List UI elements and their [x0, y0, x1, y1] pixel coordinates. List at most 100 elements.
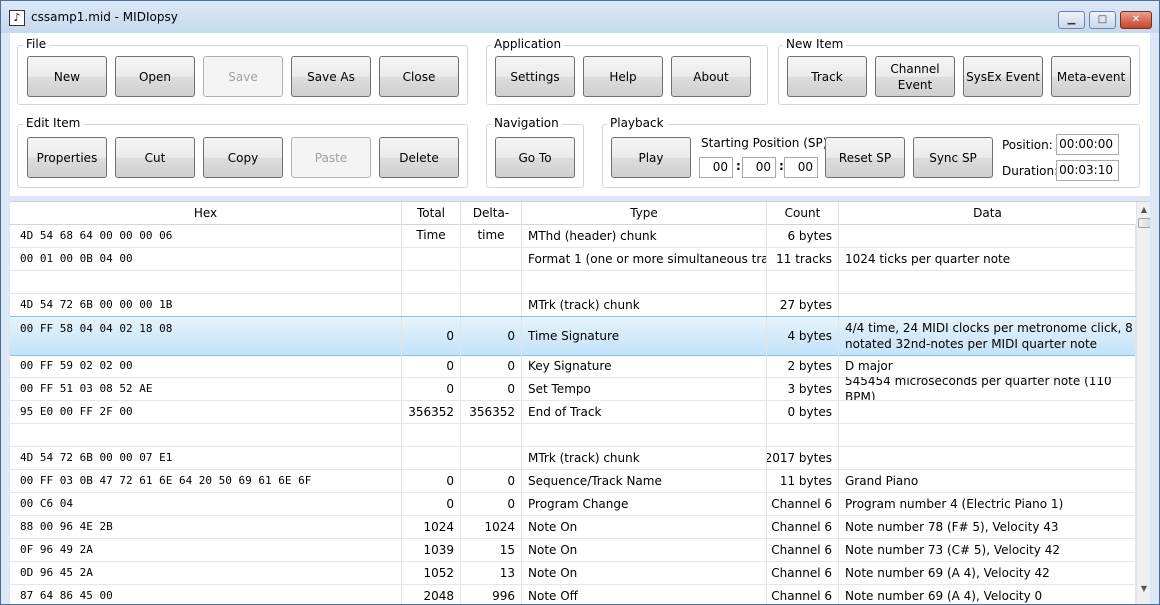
cell-hex: 0F 96 49 2A — [10, 538, 402, 561]
new-meta-event-button[interactable]: Meta-event — [1051, 56, 1131, 97]
position-value: 00:00:00 — [1056, 134, 1119, 155]
column-header-count[interactable]: Count — [767, 202, 839, 225]
paste-button[interactable]: Paste — [291, 137, 371, 178]
column-header-total-time[interactable]: Total Time — [402, 202, 461, 242]
table-row[interactable]: 0D 96 45 2A 1052 13 Note On Channel 6 Note nu… — [10, 561, 1136, 585]
cell-count: 27 bytes — [767, 293, 839, 316]
save-button[interactable]: Save — [203, 56, 283, 97]
table-row[interactable]: 4D 54 72 6B 00 00 07 E1 MTrk (track) chun… — [10, 446, 1136, 470]
cell-data: 1024 ticks per quarter note — [839, 247, 1136, 270]
cell-count: 11 tracks — [767, 247, 839, 270]
vertical-scrollbar[interactable]: ▲ ▼ — [1136, 202, 1150, 604]
sp-seconds-field[interactable]: 00 — [784, 157, 818, 178]
cell-data: Note number 73 (C# 5), Velocity 42 — [839, 538, 1136, 561]
cell-count: 11 bytes — [767, 469, 839, 492]
cell-type: Program Change — [522, 492, 767, 515]
cell-delta: 0 — [461, 317, 522, 355]
cell-type: MTrk (track) chunk — [522, 293, 767, 316]
cell-count: Channel 6 — [767, 492, 839, 515]
table-row[interactable] — [10, 423, 1136, 447]
new-sysex-event-button[interactable]: SysEx Event — [963, 56, 1043, 97]
cell-hex: 0D 96 45 2A — [10, 561, 402, 584]
table-row[interactable]: 95 E0 00 FF 2F 00 356352 356352 End of Trac… — [10, 400, 1136, 424]
table-row[interactable]: 00 C6 04 0 0 Program Change Channel 6 Program… — [10, 492, 1136, 516]
column-header-hex[interactable]: Hex — [10, 202, 402, 225]
table-row[interactable]: 4D 54 72 6B 00 00 00 1B MTrk (track) chun… — [10, 293, 1136, 317]
cell-count: 2017 bytes — [767, 446, 839, 469]
cell-count: Channel 6 — [767, 538, 839, 561]
table-row[interactable]: 0F 96 49 2A 1039 15 Note On Channel 6 Note nu… — [10, 538, 1136, 562]
table-row[interactable]: 00 FF 51 03 08 52 AE 0 0 Set Tempo 3 bytes 54… — [10, 377, 1136, 401]
reset-sp-button[interactable]: Reset SP — [825, 137, 905, 178]
delete-button[interactable]: Delete — [379, 137, 459, 178]
cell-delta — [461, 293, 522, 316]
scroll-down-icon[interactable]: ▼ — [1137, 582, 1150, 596]
scroll-thumb[interactable] — [1138, 218, 1150, 228]
cell-type — [522, 423, 767, 446]
title-bar[interactable]: ♪ cssamp1.mid - MIDIopsy ▁ □ ✕ — [1, 1, 1159, 33]
cell-delta — [461, 247, 522, 270]
sp-hours-field[interactable]: 00 — [699, 157, 733, 178]
cell-count — [767, 423, 839, 446]
cell-delta — [461, 270, 522, 293]
new-button[interactable]: New — [27, 56, 107, 97]
cell-delta — [461, 423, 522, 446]
scroll-up-icon[interactable]: ▲ — [1137, 203, 1150, 217]
table-row[interactable]: 00 01 00 0B 04 00 Format 1 (one or more s… — [10, 247, 1136, 271]
sp-separator: : — [736, 159, 741, 173]
cell-delta: 0 — [461, 492, 522, 515]
help-button[interactable]: Help — [583, 56, 663, 97]
group-edit-item-label: Edit Item — [23, 116, 84, 130]
about-button[interactable]: About — [671, 56, 751, 97]
play-button[interactable]: Play — [611, 137, 691, 178]
maximize-button[interactable]: □ — [1089, 11, 1116, 29]
go-to-button[interactable]: Go To — [495, 137, 575, 178]
close-button[interactable]: Close — [379, 56, 459, 97]
column-header-data[interactable]: Data — [839, 202, 1137, 225]
cell-delta — [461, 224, 522, 247]
copy-button[interactable]: Copy — [203, 137, 283, 178]
column-header-delta-time[interactable]: Delta-time — [461, 202, 522, 242]
open-button[interactable]: Open — [115, 56, 195, 97]
cell-type: Key Signature — [522, 354, 767, 377]
cell-data: Note number 78 (F# 5), Velocity 43 — [839, 515, 1136, 538]
table-row[interactable]: 4D 54 68 64 00 00 00 06 MThd (header) chu… — [10, 224, 1136, 248]
cell-type: Note On — [522, 515, 767, 538]
table-row[interactable]: 00 FF 58 04 04 02 18 08 0 0 Time Signature 4… — [10, 316, 1136, 356]
cell-hex: 00 FF 51 03 08 52 AE — [10, 377, 402, 400]
group-navigation-label: Navigation — [491, 116, 562, 130]
table-row[interactable]: 00 FF 03 0B 47 72 61 6E 64 20 50 69 61 6… — [10, 469, 1136, 493]
cell-hex: 4D 54 68 64 00 00 00 06 — [10, 224, 402, 247]
settings-button[interactable]: Settings — [495, 56, 575, 97]
cut-button[interactable]: Cut — [115, 137, 195, 178]
cell-delta: 0 — [461, 354, 522, 377]
cell-data: Program number 4 (Electric Piano 1) — [839, 492, 1136, 515]
sp-minutes-field[interactable]: 00 — [742, 157, 776, 178]
save-as-button[interactable]: Save As — [291, 56, 371, 97]
sync-sp-button[interactable]: Sync SP — [913, 137, 993, 178]
cell-total: 0 — [402, 469, 461, 492]
music-note-icon[interactable]: ♪ — [9, 10, 25, 26]
ribbon: File New Open Save Save As Close Applica… — [10, 33, 1150, 196]
new-channel-event-button[interactable]: Channel Event — [875, 56, 955, 97]
minimize-button[interactable]: ▁ — [1058, 11, 1085, 29]
table-row[interactable]: 87 64 86 45 00 2048 996 Note Off Channel 6 No… — [10, 584, 1136, 604]
table-row[interactable]: 00 FF 59 02 02 00 0 0 Key Signature 2 bytes D… — [10, 354, 1136, 378]
close-window-button[interactable]: ✕ — [1120, 11, 1152, 29]
cell-count: 0 bytes — [767, 400, 839, 423]
cell-delta: 15 — [461, 538, 522, 561]
cell-hex: 00 FF 58 04 04 02 18 08 — [10, 317, 402, 355]
new-track-button[interactable]: Track — [787, 56, 867, 97]
column-header-type[interactable]: Type — [522, 202, 767, 225]
cell-data — [839, 293, 1136, 316]
starting-position-label: Starting Position (SP): — [701, 136, 832, 150]
cell-type: Format 1 (one or more simultaneous track… — [522, 247, 767, 270]
cell-hex — [10, 270, 402, 293]
cell-count: 3 bytes — [767, 377, 839, 400]
table-row[interactable]: 88 00 96 4E 2B 1024 1024 Note On Channel 6 No… — [10, 515, 1136, 539]
cell-hex: 4D 54 72 6B 00 00 07 E1 — [10, 446, 402, 469]
maximize-icon: □ — [1097, 14, 1108, 25]
properties-button[interactable]: Properties — [27, 137, 107, 178]
table-row[interactable] — [10, 270, 1136, 294]
cell-type: Sequence/Track Name — [522, 469, 767, 492]
